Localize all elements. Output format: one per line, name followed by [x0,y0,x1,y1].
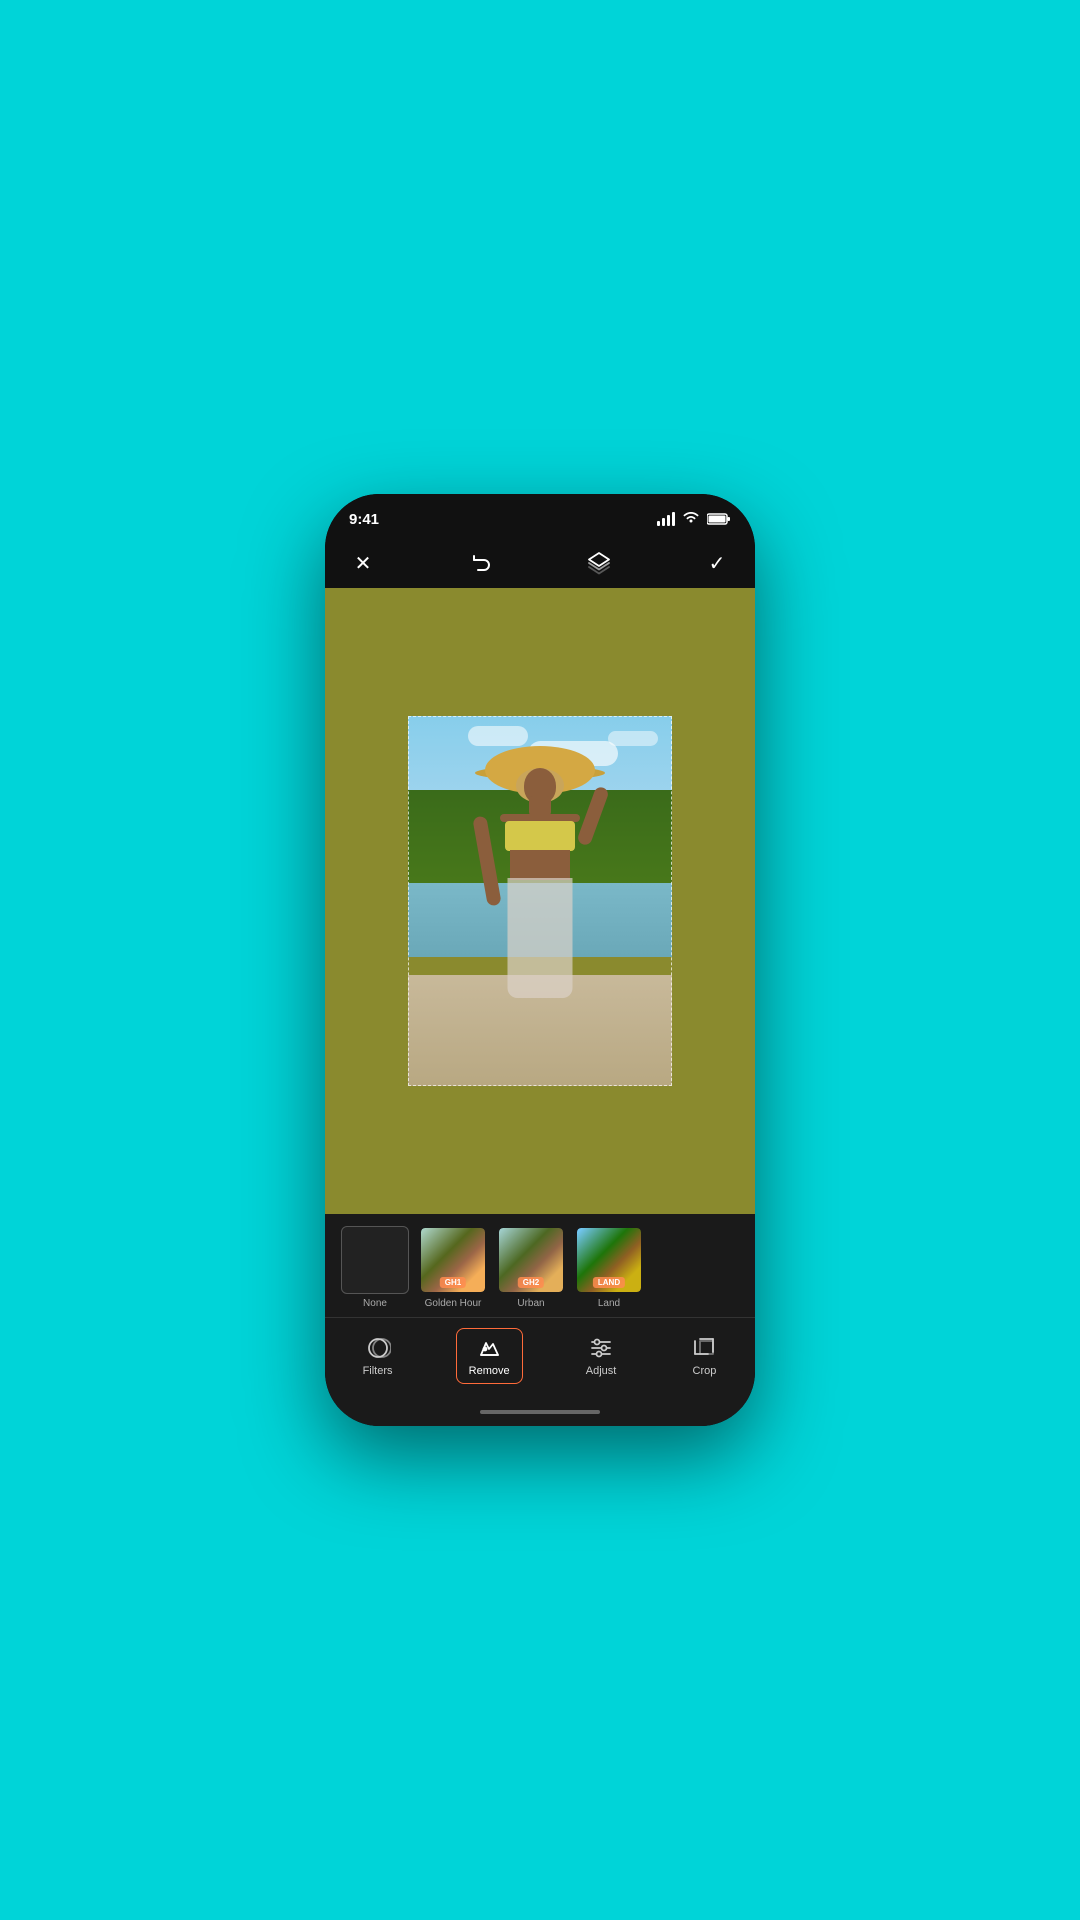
filters-icon [365,1335,391,1361]
filter-gh2-label: Urban [517,1298,544,1309]
filter-land-thumb: LAND [575,1226,643,1294]
filter-gh2-badge: GH2 [518,1277,544,1288]
filter-gh2[interactable]: GH2 Urban [497,1226,565,1309]
adjust-label: Adjust [586,1365,617,1377]
remove-icon [476,1335,502,1361]
photo-preview [408,716,672,1086]
body-neck [529,796,551,816]
crop-label: Crop [693,1365,717,1377]
arm-left [472,815,501,906]
body-torso [510,850,570,880]
filter-none[interactable]: None [341,1226,409,1309]
filter-none-label: None [363,1298,387,1309]
body-skirt [508,878,573,998]
remove-label: Remove [469,1365,510,1377]
filter-land-badge: LAND [593,1277,625,1288]
bottom-toolbar: Filters Remove [325,1317,755,1398]
filters-label: Filters [363,1365,393,1377]
home-indicator [325,1398,755,1426]
home-bar [480,1410,600,1414]
person-figure [475,746,605,1061]
bottom-panel: None GH1 Golden Hour GH2 Urban [325,1214,755,1426]
filter-none-thumb [341,1226,409,1294]
status-time: 9:41 [349,511,379,528]
filter-gh1[interactable]: GH1 Golden Hour [419,1226,487,1309]
close-button[interactable]: ✕ [345,545,381,581]
filter-gh1-label: Golden Hour [425,1298,482,1309]
tool-adjust[interactable]: Adjust [574,1329,629,1383]
filter-land-label: Land [598,1298,620,1309]
top-toolbar: ✕ ✓ [325,538,755,588]
cloud-1 [468,726,528,746]
body-top [505,821,575,851]
confirm-button[interactable]: ✓ [699,545,735,581]
cloud-3 [608,731,658,746]
photo-container [408,716,672,1086]
filter-land[interactable]: LAND Land [575,1226,643,1309]
layers-button[interactable] [581,545,617,581]
status-icons [657,511,731,527]
filter-gh2-thumb: GH2 [497,1226,565,1294]
crop-icon [691,1335,717,1361]
tool-remove[interactable]: Remove [456,1328,523,1384]
signal-icon [657,512,675,526]
arm-right [576,785,610,846]
wifi-icon [683,511,699,527]
phone-frame: 9:41 [325,494,755,1426]
adjust-icon [588,1335,614,1361]
phone-screen: 9:41 [325,494,755,1426]
undo-button[interactable] [463,545,499,581]
tool-crop[interactable]: Crop [679,1329,729,1383]
battery-icon [707,513,731,525]
status-bar: 9:41 [325,494,755,538]
filter-gh1-thumb: GH1 [419,1226,487,1294]
filter-gh1-badge: GH1 [440,1277,466,1288]
filters-strip: None GH1 Golden Hour GH2 Urban [325,1214,755,1313]
tool-filters[interactable]: Filters [351,1329,405,1383]
canvas-area [325,588,755,1214]
